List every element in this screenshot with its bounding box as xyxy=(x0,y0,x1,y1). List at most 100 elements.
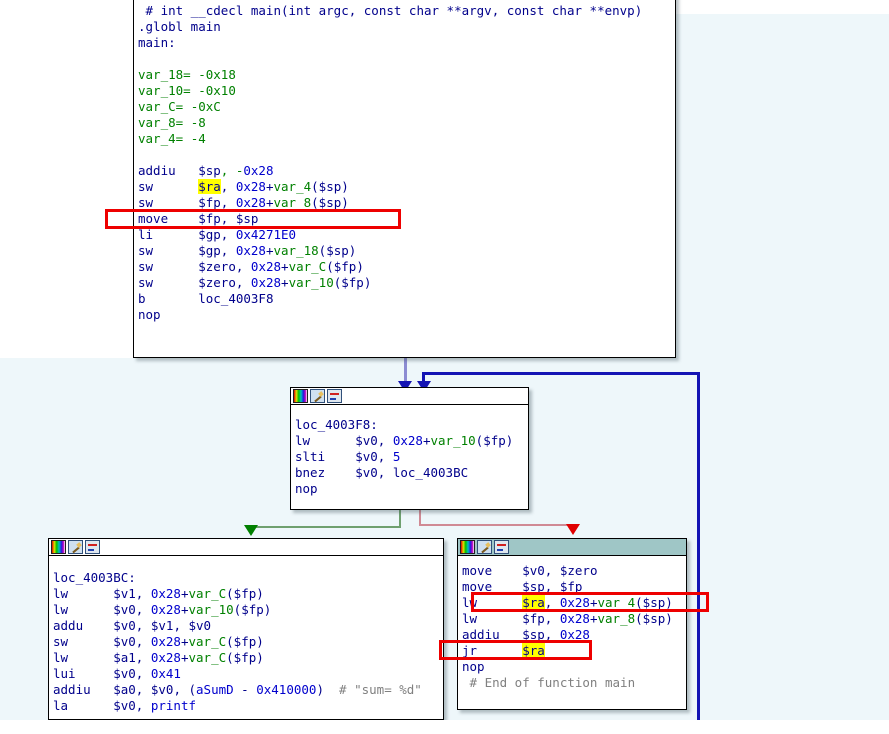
graph-icon[interactable] xyxy=(327,389,342,403)
asm-line: loc_4003F8: xyxy=(291,417,528,433)
asm-line: # End of function main xyxy=(458,675,686,691)
ida-graph-view: # int __cdecl main(int argc, const char … xyxy=(0,0,889,734)
var-name: var_4= xyxy=(138,131,191,146)
asm-mnemonic: sw xyxy=(138,243,199,258)
var-value: -0xC xyxy=(190,99,221,114)
edit-pencil-icon[interactable] xyxy=(68,540,83,554)
asm-mnemonic: sw xyxy=(138,195,199,210)
asm-line: var_8= -8 xyxy=(134,115,675,131)
palette-icon[interactable] xyxy=(51,540,66,554)
asm-operands: $v0, $v1, $v0 xyxy=(113,618,212,633)
asm-mnemonic: sw xyxy=(53,634,114,649)
asm-line: nop xyxy=(134,307,675,323)
basic-block-loc-4003F8[interactable]: loc_4003F8: lw $v0, 0x28+var_10($fp) slt… xyxy=(290,387,529,510)
asm-blank-line xyxy=(134,51,675,67)
asm-line: sw $v0, 0x28+var_C($fp) xyxy=(49,634,443,650)
var-value: -0x18 xyxy=(198,67,236,82)
asm-line: lw $ra, 0x28+var_4($sp) xyxy=(458,595,686,611)
asm-line: lw $v1, 0x28+var_C($fp) xyxy=(49,586,443,602)
asm-operands: $ra xyxy=(522,643,545,658)
asm-line: lw $fp, 0x28+var_8($sp) xyxy=(458,611,686,627)
basic-block-function-epilogue-body: move $v0, $zero move $sp, $fp lw $ra, 0x… xyxy=(458,556,686,695)
asm-line: bnez $v0, loc_4003BC xyxy=(291,465,528,481)
graph-icon[interactable] xyxy=(494,540,509,554)
asm-blank-line xyxy=(134,147,675,163)
asm-line: nop xyxy=(458,659,686,675)
basic-block-loc-4003F8-body: loc_4003F8: lw $v0, 0x28+var_10($fp) slt… xyxy=(291,405,528,501)
asm-mnemonic: jr xyxy=(462,643,523,658)
asm-operands: $v0, 0x41 xyxy=(113,666,181,681)
basic-block-function-epilogue-titlebar[interactable] xyxy=(458,539,686,556)
asm-operands: $ra, 0x28+var_4($sp) xyxy=(522,595,673,610)
basic-block-loc-4003BC[interactable]: loc_4003BC: lw $v1, 0x28+var_C($fp) lw $… xyxy=(48,538,444,720)
asm-line: nop xyxy=(291,481,528,497)
asm-mnemonic: sw xyxy=(138,179,199,194)
asm-line: lw $a1, 0x28+var_C($fp) xyxy=(49,650,443,666)
asm-directive: .globl main xyxy=(138,19,221,34)
edge-loop-head-to-body-arrowhead xyxy=(244,525,258,536)
asm-operands: $v0, loc_4003BC xyxy=(355,465,469,480)
asm-operands: $a1, 0x28+var_C($fp) xyxy=(113,650,264,665)
asm-operands: $fp, 0x28+var_8($sp) xyxy=(198,195,349,210)
var-name: var_C= xyxy=(138,99,191,114)
basic-block-loc-4003F8-titlebar[interactable] xyxy=(291,388,528,405)
asm-line: lw $v0, 0x28+var_10($fp) xyxy=(291,433,528,449)
palette-icon[interactable] xyxy=(293,389,308,403)
graph-icon[interactable] xyxy=(85,540,100,554)
asm-mnemonic: nop xyxy=(462,659,523,674)
asm-mnemonic: lw xyxy=(462,595,523,610)
asm-line: addiu $sp, -0x28 xyxy=(134,163,675,179)
asm-operands: $v0, 0x28+var_10($fp) xyxy=(113,602,272,617)
asm-operands: $sp, 0x28 xyxy=(522,627,590,642)
var-name: var_10= xyxy=(138,83,199,98)
asm-line: sw $fp, 0x28+var_8($sp) xyxy=(134,195,675,211)
asm-mnemonic: slti xyxy=(295,449,356,464)
edge-backedge-top-horizontal xyxy=(422,372,700,375)
canvas-left-gutter xyxy=(0,0,133,358)
asm-operands: $zero, 0x28+var_10($fp) xyxy=(198,275,372,290)
asm-label: loc_4003BC: xyxy=(53,570,136,585)
basic-block-main-entry[interactable]: # int __cdecl main(int argc, const char … xyxy=(133,0,676,358)
asm-operands: $v0, $zero xyxy=(522,563,598,578)
asm-line: lw $v0, 0x28+var_10($fp) xyxy=(49,602,443,618)
basic-block-loc-4003BC-titlebar[interactable] xyxy=(49,539,443,556)
asm-mnemonic: addu xyxy=(53,618,114,633)
edge-loop-head-to-epilogue-arrowhead xyxy=(566,524,580,535)
asm-operands: $zero, 0x28+var_C($fp) xyxy=(198,259,364,274)
asm-mnemonic: b xyxy=(138,291,199,306)
edit-pencil-icon[interactable] xyxy=(477,540,492,554)
asm-operands: $sp, -0x28 xyxy=(198,163,274,178)
asm-operands: $v0, 0x28+var_C($fp) xyxy=(113,634,264,649)
basic-block-loc-4003BC-body: loc_4003BC: lw $v1, 0x28+var_C($fp) lw $… xyxy=(49,556,443,718)
asm-mnemonic: move xyxy=(138,211,199,226)
var-name: var_18= xyxy=(138,67,199,82)
status-bar: 63)0000041C0040041C: main+8C(Synchronize… xyxy=(0,720,889,734)
asm-operands: $fp, 0x28+var_8($sp) xyxy=(522,611,673,626)
asm-line: b loc_4003F8 xyxy=(134,291,675,307)
edge-loop-head-to-epilogue-horizontal xyxy=(419,524,574,526)
asm-mnemonic: li xyxy=(138,227,199,242)
var-value: -8 xyxy=(190,115,206,130)
asm-line: loc_4003BC: xyxy=(49,570,443,586)
asm-comment: # "sum= %d" xyxy=(323,682,422,697)
asm-line: sw $gp, 0x28+var_18($sp) xyxy=(134,243,675,259)
edit-pencil-icon[interactable] xyxy=(310,389,325,403)
asm-mnemonic: lw xyxy=(53,586,114,601)
asm-line: addiu $sp, 0x28 xyxy=(458,627,686,643)
asm-line: main: xyxy=(134,35,675,51)
asm-line: sw $zero, 0x28+var_C($fp) xyxy=(134,259,675,275)
palette-icon[interactable] xyxy=(460,540,475,554)
asm-operands: $sp, $fp xyxy=(522,579,583,594)
basic-block-function-epilogue[interactable]: move $v0, $zero move $sp, $fp lw $ra, 0x… xyxy=(457,538,687,710)
asm-operands: $gp, 0x28+var_18($sp) xyxy=(198,243,357,258)
asm-mnemonic: nop xyxy=(138,307,199,322)
asm-operands: $gp, 0x4271E0 xyxy=(198,227,297,242)
asm-line: li $gp, 0x4271E0 xyxy=(134,227,675,243)
asm-mnemonic: sw xyxy=(138,275,199,290)
var-value: -0x10 xyxy=(198,83,236,98)
asm-operands: $fp, $sp xyxy=(198,211,259,226)
asm-operands: $v1, 0x28+var_C($fp) xyxy=(113,586,264,601)
asm-label: loc_4003F8: xyxy=(295,417,378,432)
asm-line: sw $ra, 0x28+var_4($sp) xyxy=(134,179,675,195)
asm-comment: # int __cdecl main(int argc, const char … xyxy=(138,3,643,18)
